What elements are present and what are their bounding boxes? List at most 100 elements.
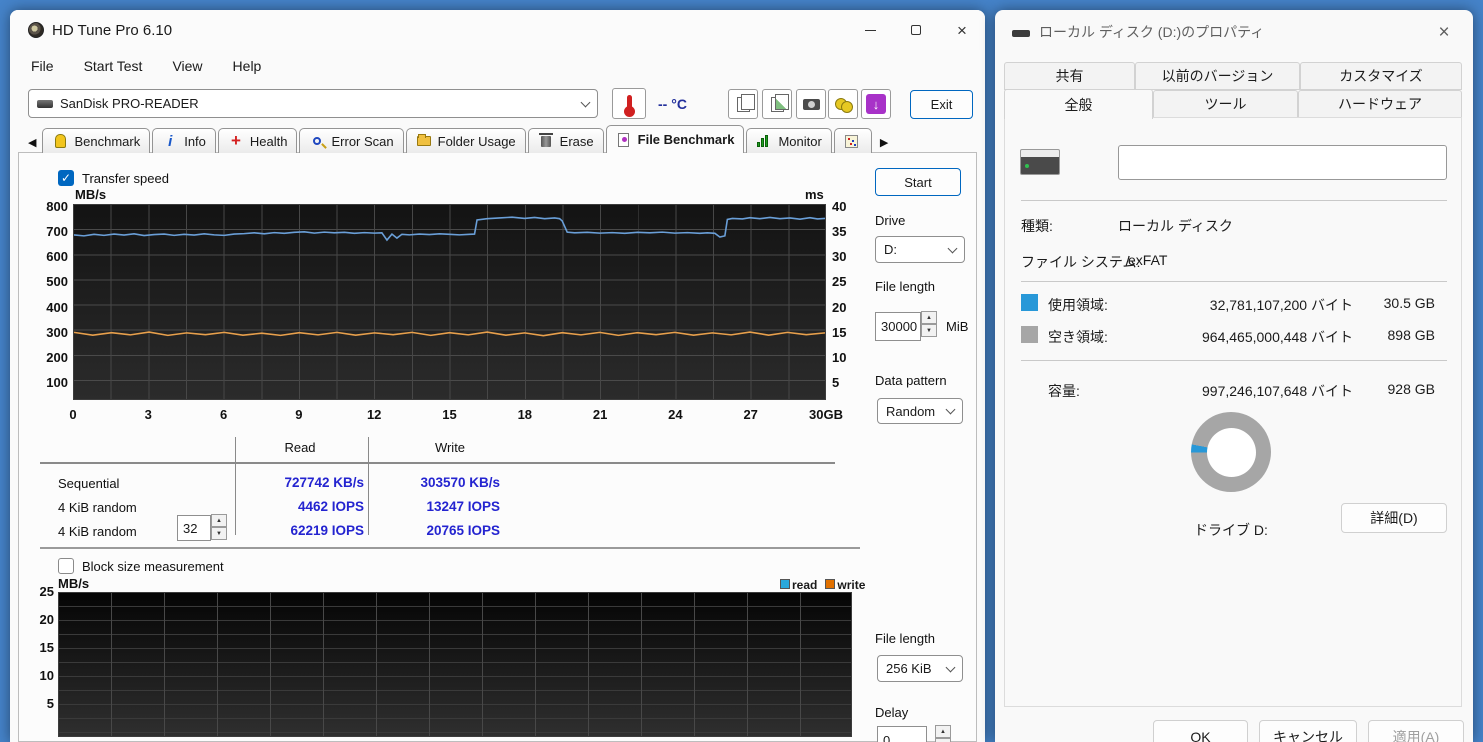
spin-up-icon[interactable]: ▲: [921, 311, 937, 324]
drive-dropdown[interactable]: D:: [875, 236, 965, 263]
delay-spinner[interactable]: ▲▼: [935, 725, 951, 742]
file-length2-label: File length: [875, 631, 935, 646]
spin-down-icon[interactable]: ▼: [211, 527, 227, 540]
details-button[interactable]: 詳細(D): [1341, 503, 1447, 533]
axis-tick-label: 25: [39, 584, 54, 599]
drive-select-combo[interactable]: SanDisk PRO-READER: [28, 89, 598, 118]
update-button[interactable]: ↓: [861, 89, 891, 119]
dialog-title: ローカル ディスク (D:)のプロパティ: [1039, 24, 1265, 40]
file-length-spinner[interactable]: ▲ ▼: [921, 311, 937, 337]
data-pattern-label: Data pattern: [875, 373, 947, 388]
menubar: File Start Test View Help: [20, 54, 272, 78]
free-space-size: 898 GB: [1387, 327, 1435, 343]
minimize-button[interactable]: [847, 10, 893, 50]
tab-folder-usage[interactable]: Folder Usage: [405, 128, 526, 153]
donut-hole: [1206, 427, 1256, 477]
delay-input[interactable]: 0: [877, 726, 927, 742]
spin-down-icon[interactable]: ▼: [921, 324, 937, 337]
spin-up-icon[interactable]: ▲: [211, 514, 227, 527]
axis-tick-label: 27: [743, 407, 758, 422]
col-header-write: Write: [434, 440, 466, 455]
start-button[interactable]: Start: [875, 168, 961, 196]
tab-scroll-right-icon[interactable]: ▶: [874, 136, 894, 153]
close-icon: ×: [957, 20, 967, 40]
tab-benchmark[interactable]: Benchmark: [42, 128, 151, 153]
menu-view[interactable]: View: [161, 54, 213, 78]
drive-icon: [37, 99, 53, 108]
file-length-label: File length: [875, 279, 935, 294]
axis-tick-label: 5: [46, 696, 54, 711]
type-label: 種類:: [1021, 218, 1053, 234]
copy-image-button[interactable]: [762, 89, 792, 119]
chevron-down-icon: [947, 243, 958, 253]
tab-hardware[interactable]: ハードウェア: [1298, 90, 1462, 118]
tab-erase[interactable]: Erase: [527, 128, 604, 153]
tab-file-benchmark[interactable]: File Benchmark: [605, 125, 745, 153]
menu-start-test[interactable]: Start Test: [73, 54, 154, 78]
used-space-label: 使用領域:: [1048, 297, 1108, 313]
tab-scroll-left-icon[interactable]: ◀: [28, 136, 42, 153]
table-divider: [368, 437, 369, 535]
screenshot-button[interactable]: [796, 89, 826, 119]
capacity-bytes: 997,246,107,648 バイト: [1202, 383, 1353, 399]
close-button[interactable]: ×: [939, 10, 985, 50]
axis-tick-label: 30: [832, 249, 847, 265]
queue-depth-input[interactable]: 32: [177, 515, 211, 541]
transfer-speed-checkbox[interactable]: ✓: [58, 170, 74, 186]
axis-tick-label: 20: [832, 299, 847, 315]
menu-help[interactable]: Help: [222, 54, 273, 78]
axis-tick-label: 100: [46, 374, 68, 390]
tab-customize[interactable]: カスタマイズ: [1300, 62, 1462, 90]
tab-previous-versions[interactable]: 以前のバージョン: [1135, 62, 1300, 90]
rand-write-value: 13247 IOPS: [426, 499, 500, 514]
axis-tick-label: 600: [46, 249, 68, 265]
menu-file[interactable]: File: [20, 54, 65, 78]
temperature-button[interactable]: [612, 88, 646, 119]
separator: [1021, 360, 1447, 361]
drive-label: Drive: [875, 213, 906, 228]
chart1-y-unit-left: MB/s: [75, 187, 107, 202]
tab-error-scan[interactable]: Error Scan: [299, 128, 404, 153]
apply-button[interactable]: 適用(A): [1368, 720, 1464, 742]
axis-tick-label: 21: [592, 407, 608, 422]
queue-depth-spinner[interactable]: ▲ ▼: [211, 514, 227, 540]
rand-qd-write-value: 20765 IOPS: [426, 523, 500, 538]
spin-up-icon[interactable]: ▲: [935, 725, 951, 738]
file-length-input[interactable]: 30000: [875, 312, 921, 341]
hdtune-app-icon: [28, 22, 44, 38]
folder-icon: [416, 133, 432, 149]
axis-tick-label: 35: [832, 224, 847, 240]
spin-down-icon[interactable]: ▼: [935, 738, 951, 742]
axis-tick-label: 18: [517, 407, 533, 422]
volume-label-input[interactable]: [1118, 145, 1447, 180]
tab-health[interactable]: + Health: [217, 128, 298, 153]
close-icon: ×: [1438, 22, 1450, 43]
tab-monitor[interactable]: Monitor: [746, 128, 832, 153]
exit-button[interactable]: Exit: [910, 90, 973, 119]
save-button[interactable]: [828, 89, 858, 119]
tab-tools[interactable]: ツール: [1153, 90, 1298, 118]
ok-button[interactable]: OK: [1153, 720, 1248, 742]
health-icon: +: [230, 131, 241, 150]
copy-text-button[interactable]: [728, 89, 758, 119]
download-arrow-icon: ↓: [866, 94, 886, 114]
tab-sharing[interactable]: 共有: [1004, 62, 1135, 90]
block-size-label: Block size measurement: [82, 559, 224, 574]
axis-tick-label: 800: [46, 199, 68, 214]
axis-tick-label: 20: [39, 612, 54, 627]
tab-disk-monitor-partial[interactable]: [833, 128, 872, 153]
dialog-close-button[interactable]: ×: [1429, 18, 1459, 48]
copy-text-icon: [736, 93, 755, 112]
maximize-button[interactable]: [893, 10, 939, 50]
file-length2-dropdown[interactable]: 256 KiB: [877, 655, 963, 682]
seq-write-value: 303570 KB/s: [420, 475, 500, 490]
section-divider: [40, 547, 860, 549]
read-legend-swatch: [780, 579, 790, 589]
axis-tick-label: 700: [46, 224, 68, 240]
block-size-checkbox[interactable]: [58, 558, 74, 574]
tab-info[interactable]: i Info: [152, 128, 216, 153]
cancel-button[interactable]: キャンセル: [1259, 720, 1357, 742]
data-pattern-dropdown[interactable]: Random: [877, 398, 963, 424]
tab-general[interactable]: 全般: [1004, 89, 1153, 119]
transfer-speed-label: Transfer speed: [82, 171, 169, 186]
